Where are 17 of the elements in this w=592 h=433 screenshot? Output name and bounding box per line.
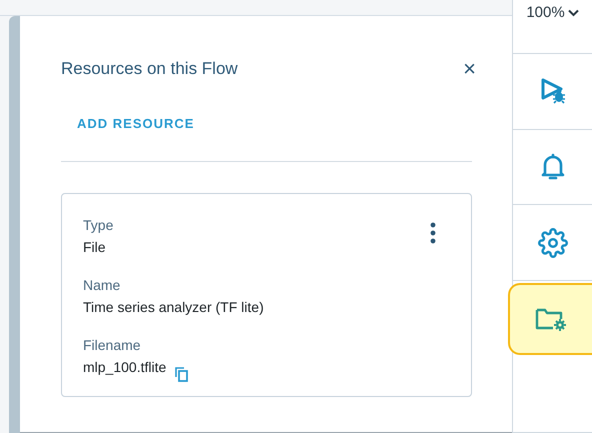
close-button[interactable]: × bbox=[463, 58, 476, 80]
folder-gear-icon bbox=[535, 306, 567, 332]
chevron-down-icon bbox=[568, 9, 579, 18]
settings-icon bbox=[538, 228, 568, 258]
field-value: File bbox=[83, 238, 106, 256]
bell-icon bbox=[540, 153, 566, 182]
toolbar-button[interactable] bbox=[508, 282, 592, 356]
play-bug-icon bbox=[538, 77, 566, 106]
copy-icon[interactable] bbox=[174, 366, 188, 382]
field-label: Type bbox=[83, 216, 114, 235]
panel-title: Resources on this Flow bbox=[61, 58, 238, 80]
zoom-dropdown[interactable]: 100% bbox=[526, 2, 579, 24]
field-label: Filename bbox=[83, 336, 142, 354]
field-value: Time series analyzer (TF lite) bbox=[83, 298, 264, 317]
more-options-icon[interactable] bbox=[430, 222, 436, 244]
field-value: mlp_100.tflite bbox=[83, 358, 166, 377]
field-label: Name bbox=[83, 276, 122, 294]
